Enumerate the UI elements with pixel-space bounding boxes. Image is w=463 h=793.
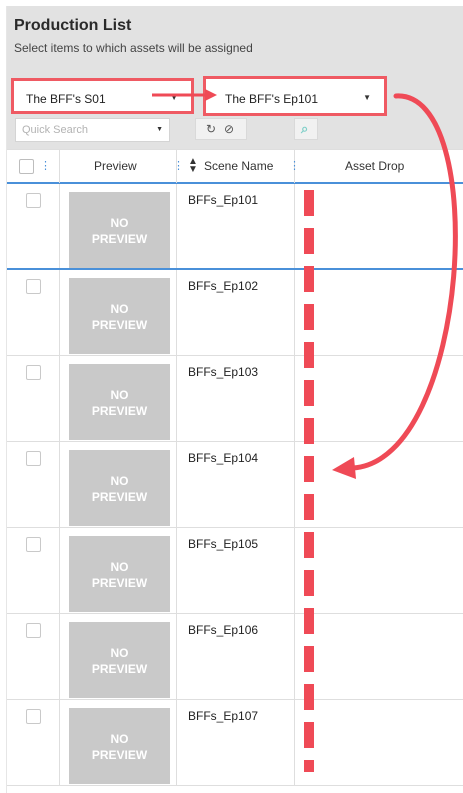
no-preview-label: NO bbox=[110, 560, 129, 574]
scene-name: BFFs_Ep106 bbox=[188, 623, 259, 637]
row-scene-cell: BFFs_Ep103 bbox=[177, 356, 295, 441]
row-checkbox[interactable] bbox=[26, 623, 41, 638]
chevron-down-icon: ▼ bbox=[156, 126, 163, 133]
row-checkbox[interactable] bbox=[26, 193, 41, 208]
header-preview: Preview ⋮ bbox=[60, 150, 184, 183]
header-scene-name[interactable]: ▲ ▼ Scene Name ⋮ bbox=[177, 150, 300, 183]
scene-name: BFFs_Ep101 bbox=[188, 193, 259, 207]
no-preview-thumbnail: NO PREVIEW bbox=[69, 364, 170, 440]
no-preview-label: PREVIEW bbox=[91, 490, 148, 504]
asset-drop-cell[interactable] bbox=[295, 442, 463, 527]
asset-drop-cell[interactable] bbox=[295, 356, 463, 441]
no-preview-thumbnail: NO PREVIEW bbox=[69, 622, 170, 698]
bulk-select-icon: ⌕ bbox=[301, 121, 309, 136]
bulk-select-button[interactable]: ⌕ bbox=[294, 118, 318, 140]
no-preview-label: NO bbox=[110, 646, 129, 660]
row-select-cell bbox=[7, 614, 60, 699]
no-preview-label: NO bbox=[110, 474, 129, 488]
no-preview-label: NO bbox=[110, 732, 129, 746]
chevron-down-icon: ▼ bbox=[170, 93, 178, 102]
no-preview-thumbnail: NO PREVIEW bbox=[69, 450, 170, 526]
refresh-icon[interactable]: ↻ bbox=[206, 122, 216, 136]
table-header: ⋮ Preview ⋮ ▲ ▼ Scene Name ⋮ Asset Drop bbox=[7, 149, 463, 184]
row-checkbox[interactable] bbox=[26, 537, 41, 552]
row-select-cell bbox=[7, 528, 60, 613]
scene-name: BFFs_Ep102 bbox=[188, 279, 259, 293]
refresh-clear-buttons: ↻ ⊘ bbox=[195, 118, 247, 140]
row-select-cell bbox=[7, 442, 60, 527]
asset-drop-cell[interactable] bbox=[295, 270, 463, 355]
row-preview-cell: NO PREVIEW bbox=[60, 270, 177, 355]
no-preview-label: NO bbox=[110, 302, 129, 316]
quick-search-dropdown[interactable]: Quick Search ▼ bbox=[15, 118, 170, 142]
table-row[interactable]: NO PREVIEW BFFs_Ep101 bbox=[7, 184, 463, 270]
table-row[interactable]: NO PREVIEW BFFs_Ep103 bbox=[7, 356, 463, 442]
page-title: Production List bbox=[14, 17, 132, 34]
row-select-cell bbox=[7, 184, 60, 268]
row-preview-cell: NO PREVIEW bbox=[60, 356, 177, 441]
sort-icon[interactable]: ▲ ▼ bbox=[188, 157, 198, 175]
select-all-checkbox[interactable] bbox=[19, 159, 34, 174]
no-preview-label: PREVIEW bbox=[91, 748, 148, 762]
row-preview-cell: NO PREVIEW bbox=[60, 614, 177, 699]
no-preview-label: PREVIEW bbox=[91, 404, 148, 418]
table-row[interactable]: NO PREVIEW BFFs_Ep105 bbox=[7, 528, 463, 614]
table-row[interactable]: NO PREVIEW BFFs_Ep107 bbox=[7, 700, 463, 786]
row-select-cell bbox=[7, 700, 60, 785]
no-preview-thumbnail: NO PREVIEW bbox=[69, 278, 170, 354]
row-scene-cell: BFFs_Ep102 bbox=[177, 270, 295, 355]
no-preview-label: PREVIEW bbox=[91, 576, 148, 590]
table-row[interactable]: NO PREVIEW BFFs_Ep104 bbox=[7, 442, 463, 528]
preview-column-label: Preview bbox=[94, 159, 137, 173]
row-preview-cell: NO PREVIEW bbox=[60, 528, 177, 613]
column-grip-icon[interactable]: ⋮ bbox=[40, 161, 51, 172]
chevron-down-icon: ▼ bbox=[363, 93, 371, 102]
row-scene-cell: BFFs_Ep104 bbox=[177, 442, 295, 527]
no-preview-label: NO bbox=[110, 388, 129, 402]
asset-drop-cell[interactable] bbox=[295, 528, 463, 613]
row-select-cell bbox=[7, 356, 60, 441]
no-preview-thumbnail: NO PREVIEW bbox=[69, 192, 170, 268]
scene-name: BFFs_Ep104 bbox=[188, 451, 259, 465]
scene-name: BFFs_Ep105 bbox=[188, 537, 259, 551]
asset-drop-column-label: Asset Drop bbox=[345, 159, 405, 173]
row-scene-cell: BFFs_Ep101 bbox=[177, 184, 295, 268]
no-preview-label: PREVIEW bbox=[91, 318, 148, 332]
page-subtitle: Select items to which assets will be ass… bbox=[14, 41, 253, 55]
row-preview-cell: NO PREVIEW bbox=[60, 184, 177, 268]
header-select-all-cell: ⋮ bbox=[7, 150, 60, 183]
asset-drop-cell[interactable] bbox=[295, 184, 463, 268]
production-list-panel: Production List Select items to which as… bbox=[6, 6, 463, 793]
scene-name-column-label: Scene Name bbox=[204, 159, 274, 173]
row-select-cell bbox=[7, 270, 60, 355]
no-preview-label: PREVIEW bbox=[91, 662, 148, 676]
row-checkbox[interactable] bbox=[26, 365, 41, 380]
no-preview-label: PREVIEW bbox=[91, 232, 148, 246]
row-scene-cell: BFFs_Ep107 bbox=[177, 700, 295, 785]
row-preview-cell: NO PREVIEW bbox=[60, 442, 177, 527]
row-scene-cell: BFFs_Ep106 bbox=[177, 614, 295, 699]
episode-dropdown-value: The BFF's Ep101 bbox=[225, 92, 318, 106]
row-scene-cell: BFFs_Ep105 bbox=[177, 528, 295, 613]
quick-search-placeholder: Quick Search bbox=[22, 124, 89, 136]
scene-name: BFFs_Ep107 bbox=[188, 709, 259, 723]
table-row[interactable]: NO PREVIEW BFFs_Ep102 bbox=[7, 270, 463, 356]
row-preview-cell: NO PREVIEW bbox=[60, 700, 177, 785]
no-preview-thumbnail: NO PREVIEW bbox=[69, 708, 170, 784]
project-dropdown[interactable]: The BFF's S01 ▼ bbox=[11, 78, 194, 114]
row-checkbox[interactable] bbox=[26, 279, 41, 294]
no-preview-label: NO bbox=[110, 216, 129, 230]
episode-dropdown[interactable]: The BFF's Ep101 ▼ bbox=[203, 76, 387, 116]
row-checkbox[interactable] bbox=[26, 709, 41, 724]
project-dropdown-value: The BFF's S01 bbox=[26, 92, 106, 106]
clear-filter-icon[interactable]: ⊘ bbox=[224, 122, 234, 136]
no-preview-thumbnail: NO PREVIEW bbox=[69, 536, 170, 612]
scene-name: BFFs_Ep103 bbox=[188, 365, 259, 379]
header-asset-drop: Asset Drop bbox=[295, 150, 463, 183]
asset-drop-cell[interactable] bbox=[295, 700, 463, 785]
table-row[interactable]: NO PREVIEW BFFs_Ep106 bbox=[7, 614, 463, 700]
row-checkbox[interactable] bbox=[26, 451, 41, 466]
asset-drop-cell[interactable] bbox=[295, 614, 463, 699]
